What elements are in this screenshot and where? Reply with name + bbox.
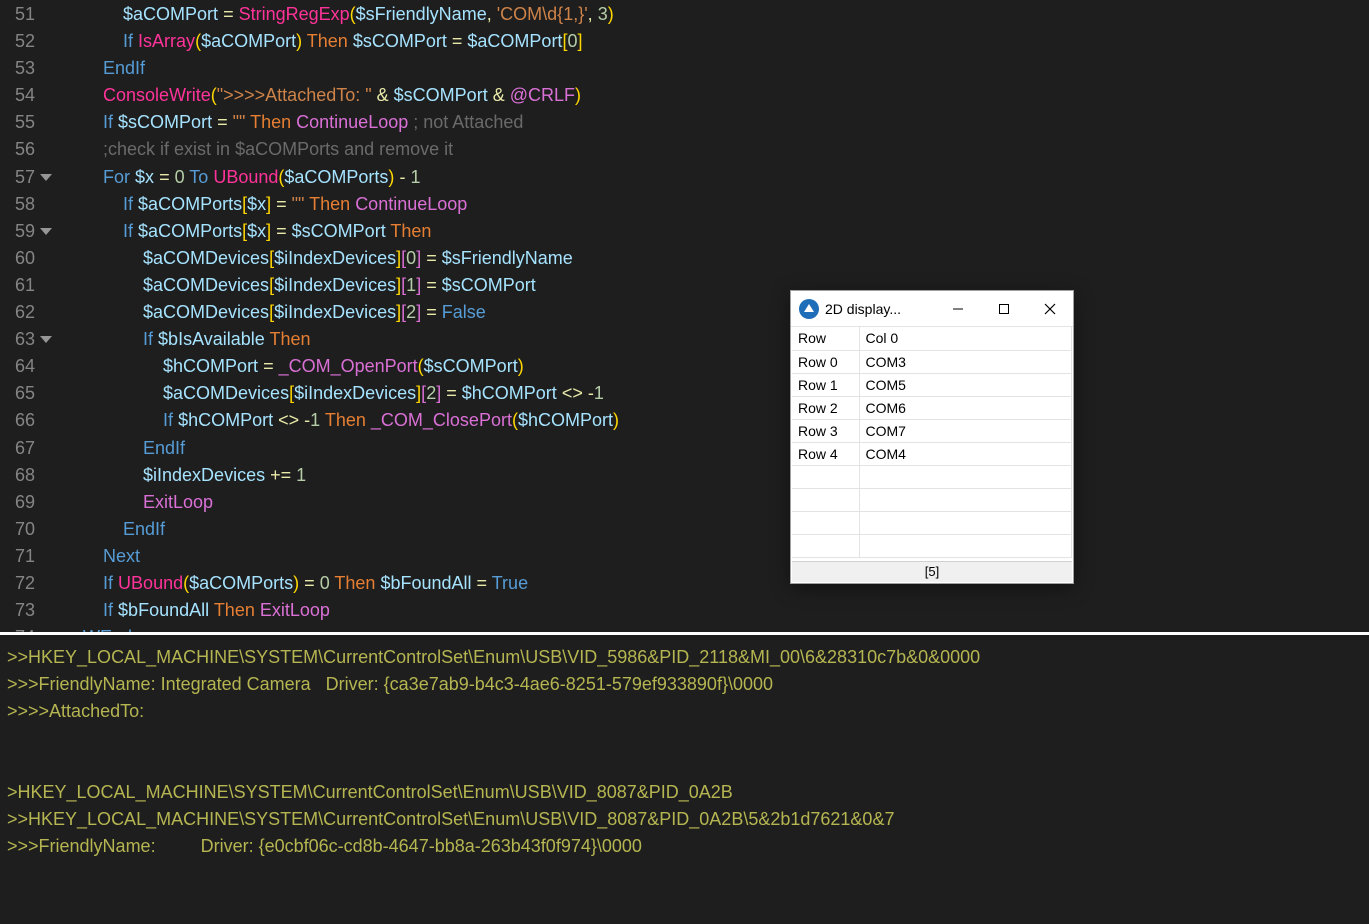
line-number: 61 (0, 272, 35, 299)
line-number: 74 (0, 624, 35, 632)
window-title: 2D display... (825, 301, 935, 317)
code-line[interactable]: If $bIsAvailable Then (63, 326, 1369, 353)
line-number: 72 (0, 570, 35, 597)
code-line[interactable]: $aCOMDevices[$iIndexDevices][2] = $hCOMP… (63, 380, 1369, 407)
line-number: 57 (0, 164, 35, 191)
grid-row[interactable]: Row 2COM6 (792, 396, 1072, 419)
code-editor[interactable]: 5152535455565758596061626364656667686970… (0, 0, 1369, 632)
code-line[interactable]: $aCOMPort = StringRegExp($sFriendlyName,… (63, 1, 1369, 28)
line-number: 65 (0, 380, 35, 407)
grid-row[interactable]: Row 3COM7 (792, 419, 1072, 442)
code-line[interactable]: If $aCOMPorts[$x] = "" Then ContinueLoop (63, 191, 1369, 218)
line-number: 63 (0, 326, 35, 353)
line-number-gutter: 5152535455565758596061626364656667686970… (0, 0, 35, 632)
line-number: 58 (0, 191, 35, 218)
line-number: 55 (0, 109, 35, 136)
code-line[interactable]: EndIf (63, 55, 1369, 82)
line-number: 68 (0, 462, 35, 489)
code-line[interactable]: If $bFoundAll Then ExitLoop (63, 597, 1369, 624)
code-line[interactable]: $iIndexDevices += 1 (63, 462, 1369, 489)
app-icon (799, 299, 819, 319)
code-line[interactable]: If IsArray($aCOMPort) Then $sCOMPort = $… (63, 28, 1369, 55)
fold-marker[interactable] (40, 174, 52, 181)
fold-column[interactable] (35, 0, 60, 632)
code-line[interactable]: For $x = 0 To UBound($aCOMPorts) - 1 (63, 164, 1369, 191)
grid-header-row: Row Col 0 (792, 327, 1072, 350)
array-display-window[interactable]: 2D display... Row Col 0 Row 0COM3 Row 1C… (790, 290, 1074, 584)
line-number: 59 (0, 218, 35, 245)
grid-row-empty[interactable] (792, 465, 1072, 488)
line-number: 56 (0, 136, 35, 163)
grid-row-empty[interactable] (792, 534, 1072, 557)
code-line[interactable]: If $sCOMPort = "" Then ContinueLoop ; no… (63, 109, 1369, 136)
line-number: 67 (0, 435, 35, 462)
code-line[interactable]: EndIf (63, 435, 1369, 462)
line-number: 73 (0, 597, 35, 624)
code-line[interactable]: $aCOMDevices[$iIndexDevices][1] = $sCOMP… (63, 272, 1369, 299)
window-titlebar[interactable]: 2D display... (791, 291, 1073, 327)
status-bar: [5] (792, 561, 1072, 582)
code-line[interactable]: ConsoleWrite(">>>>AttachedTo: " & $sCOMP… (63, 82, 1369, 109)
line-number: 71 (0, 543, 35, 570)
header-row-col: Row (792, 327, 859, 350)
code-line[interactable]: Next (63, 543, 1369, 570)
line-number: 66 (0, 407, 35, 434)
code-line[interactable]: ;check if exist in $aCOMPorts and remove… (63, 136, 1369, 163)
fold-marker[interactable] (40, 228, 52, 235)
code-line[interactable]: $hCOMPort = _COM_OpenPort($sCOMPort) (63, 353, 1369, 380)
code-line[interactable]: WEnd (63, 624, 1369, 632)
maximize-button[interactable] (981, 291, 1027, 326)
data-grid[interactable]: Row Col 0 Row 0COM3 Row 1COM5 Row 2COM6 … (792, 327, 1072, 561)
code-line[interactable]: $aCOMDevices[$iIndexDevices][2] = False (63, 299, 1369, 326)
output-console[interactable]: >>HKEY_LOCAL_MACHINE\SYSTEM\CurrentContr… (0, 635, 1369, 924)
line-number: 51 (0, 1, 35, 28)
line-number: 53 (0, 55, 35, 82)
close-button[interactable] (1027, 291, 1073, 326)
line-number: 62 (0, 299, 35, 326)
grid-row-empty[interactable] (792, 488, 1072, 511)
code-line[interactable]: If $hCOMPort <> -1 Then _COM_ClosePort($… (63, 407, 1369, 434)
code-line[interactable]: EndIf (63, 516, 1369, 543)
line-number: 69 (0, 489, 35, 516)
code-line[interactable]: $aCOMDevices[$iIndexDevices][0] = $sFrie… (63, 245, 1369, 272)
code-line[interactable]: If $aCOMPorts[$x] = $sCOMPort Then (63, 218, 1369, 245)
minimize-button[interactable] (935, 291, 981, 326)
code-area[interactable]: $aCOMPort = StringRegExp($sFriendlyName,… (63, 0, 1369, 632)
line-number: 52 (0, 28, 35, 55)
grid-row-empty[interactable] (792, 511, 1072, 534)
header-col0: Col 0 (859, 327, 1072, 350)
line-number: 64 (0, 353, 35, 380)
grid-row[interactable]: Row 1COM5 (792, 373, 1072, 396)
line-number: 70 (0, 516, 35, 543)
code-line[interactable]: ExitLoop (63, 489, 1369, 516)
line-number: 60 (0, 245, 35, 272)
code-line[interactable]: If UBound($aCOMPorts) = 0 Then $bFoundAl… (63, 570, 1369, 597)
grid-row[interactable]: Row 0COM3 (792, 350, 1072, 373)
line-number: 54 (0, 82, 35, 109)
fold-marker[interactable] (40, 336, 52, 343)
grid-row[interactable]: Row 4COM4 (792, 442, 1072, 465)
